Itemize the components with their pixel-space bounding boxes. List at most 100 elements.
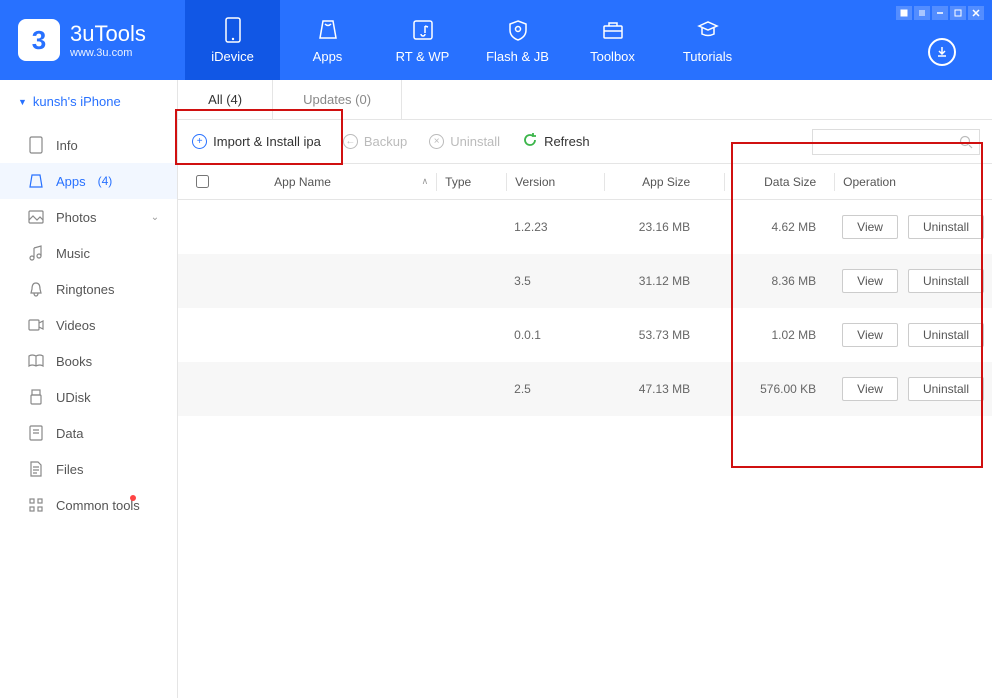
backup-button[interactable]: ← Backup <box>341 130 409 153</box>
cell-appsize: 23.16 MB <box>604 220 724 234</box>
import-icon: + <box>192 134 207 149</box>
sidebar-item-ringtones[interactable]: Ringtones <box>0 271 177 307</box>
nav-tab-apps[interactable]: Apps <box>280 0 375 80</box>
sub-tab-updates[interactable]: Updates (0) <box>273 80 402 119</box>
maximize-button[interactable] <box>950 6 966 20</box>
table-row[interactable]: 0.0.1 53.73 MB 1.02 MB View Uninstall <box>178 308 992 362</box>
import-install-button[interactable]: + Import & Install ipa <box>190 130 323 153</box>
table-row[interactable]: 2.5 47.13 MB 576.00 KB View Uninstall <box>178 362 992 416</box>
device-icon <box>220 17 246 43</box>
sidebar-item-books[interactable]: Books <box>0 343 177 379</box>
select-all-checkbox[interactable] <box>196 175 209 188</box>
cell-version: 3.5 <box>506 274 604 288</box>
music-sidebar-icon <box>28 245 44 261</box>
nav-tab-rtwp[interactable]: RT & WP <box>375 0 470 80</box>
nav-tab-tutorials[interactable]: Tutorials <box>660 0 755 80</box>
book-icon <box>28 353 44 369</box>
apps-icon <box>315 17 341 43</box>
table-header: App Name ∧ Type Version App Size Data Si… <box>178 164 992 200</box>
win-btn-2[interactable] <box>914 6 930 20</box>
uninstall-button[interactable]: × Uninstall <box>427 130 502 153</box>
minimize-button[interactable] <box>932 6 948 20</box>
cell-appsize: 53.73 MB <box>604 328 724 342</box>
cell-datasize: 1.02 MB <box>724 328 834 342</box>
cell-version: 2.5 <box>506 382 604 396</box>
udisk-icon <box>28 389 44 405</box>
row-uninstall-button[interactable]: Uninstall <box>908 269 984 293</box>
cell-version: 1.2.23 <box>506 220 604 234</box>
search-input[interactable] <box>812 129 980 155</box>
row-uninstall-button[interactable]: Uninstall <box>908 377 984 401</box>
photos-icon <box>28 209 44 225</box>
col-header-datasize[interactable]: Data Size <box>724 173 834 191</box>
info-icon <box>28 137 44 153</box>
col-header-version[interactable]: Version <box>506 173 604 191</box>
app-header: 3 3uTools www.3u.com iDevice Apps RT & W… <box>0 0 992 80</box>
win-btn-1[interactable] <box>896 6 912 20</box>
nav-tab-idevice[interactable]: iDevice <box>185 0 280 80</box>
toolbar: + Import & Install ipa ← Backup × Uninst… <box>178 120 992 164</box>
table-row[interactable]: 1.2.23 23.16 MB 4.62 MB View Uninstall <box>178 200 992 254</box>
sidebar: kunsh's iPhone Info Apps (4) Photos ⌄ Mu… <box>0 80 178 698</box>
data-icon <box>28 425 44 441</box>
apps-table: App Name ∧ Type Version App Size Data Si… <box>178 164 992 698</box>
logo-icon: 3 <box>18 19 60 61</box>
sidebar-item-music[interactable]: Music <box>0 235 177 271</box>
row-uninstall-button[interactable]: Uninstall <box>908 215 984 239</box>
row-uninstall-button[interactable]: Uninstall <box>908 323 984 347</box>
download-button[interactable] <box>928 38 956 66</box>
logo-section: 3 3uTools www.3u.com <box>0 19 185 61</box>
refresh-icon <box>522 132 538 151</box>
window-controls <box>896 6 984 20</box>
uninstall-icon: × <box>429 134 444 149</box>
cell-datasize: 8.36 MB <box>724 274 834 288</box>
view-button[interactable]: View <box>842 377 898 401</box>
close-button[interactable] <box>968 6 984 20</box>
view-button[interactable]: View <box>842 269 898 293</box>
sort-indicator[interactable]: ∧ <box>406 176 436 187</box>
notification-dot <box>130 495 136 501</box>
col-header-type[interactable]: Type <box>436 173 506 191</box>
tutorials-icon <box>695 17 721 43</box>
sidebar-item-videos[interactable]: Videos <box>0 307 177 343</box>
nav-tab-flash[interactable]: Flash & JB <box>470 0 565 80</box>
grid-icon <box>28 497 44 513</box>
backup-icon: ← <box>343 134 358 149</box>
sub-tabs: All (4) Updates (0) <box>178 80 992 120</box>
cell-datasize: 4.62 MB <box>724 220 834 234</box>
device-selector[interactable]: kunsh's iPhone <box>0 80 177 123</box>
col-header-operation[interactable]: Operation <box>834 173 992 191</box>
main-content: All (4) Updates (0) + Import & Install i… <box>178 80 992 698</box>
video-icon <box>28 317 44 333</box>
search-icon <box>959 135 973 149</box>
cell-appsize: 31.12 MB <box>604 274 724 288</box>
chevron-down-icon: ⌄ <box>151 212 159 223</box>
files-icon <box>28 461 44 477</box>
nav-tabs: iDevice Apps RT & WP Flash & JB Toolbox … <box>185 0 755 80</box>
sidebar-item-info[interactable]: Info <box>0 127 177 163</box>
toolbox-icon <box>600 17 626 43</box>
sidebar-item-data[interactable]: Data <box>0 415 177 451</box>
cell-datasize: 576.00 KB <box>724 382 834 396</box>
sidebar-item-apps[interactable]: Apps (4) <box>0 163 177 199</box>
view-button[interactable]: View <box>842 215 898 239</box>
apps-sidebar-icon <box>28 173 44 189</box>
sub-tab-all[interactable]: All (4) <box>178 80 273 119</box>
table-row[interactable]: 3.5 31.12 MB 8.36 MB View Uninstall <box>178 254 992 308</box>
col-header-name[interactable]: App Name <box>226 175 406 189</box>
shield-icon <box>505 17 531 43</box>
sidebar-item-files[interactable]: Files <box>0 451 177 487</box>
cell-version: 0.0.1 <box>506 328 604 342</box>
refresh-button[interactable]: Refresh <box>520 128 592 155</box>
col-header-appsize[interactable]: App Size <box>604 173 724 191</box>
nav-tab-toolbox[interactable]: Toolbox <box>565 0 660 80</box>
sidebar-item-udisk[interactable]: UDisk <box>0 379 177 415</box>
app-title: 3uTools <box>70 21 146 47</box>
view-button[interactable]: View <box>842 323 898 347</box>
app-subtitle: www.3u.com <box>70 47 146 59</box>
music-icon <box>410 17 436 43</box>
sidebar-item-commontools[interactable]: Common tools <box>0 487 177 523</box>
bell-icon <box>28 281 44 297</box>
sidebar-item-photos[interactable]: Photos ⌄ <box>0 199 177 235</box>
cell-appsize: 47.13 MB <box>604 382 724 396</box>
